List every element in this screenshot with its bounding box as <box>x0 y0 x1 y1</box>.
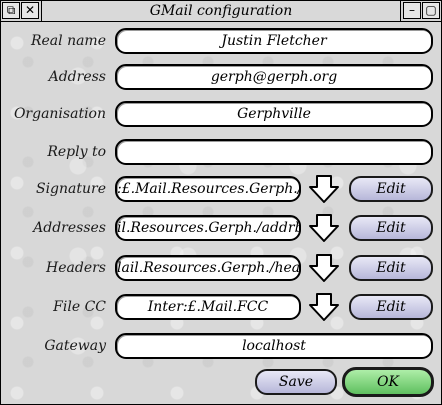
headers-edit-button[interactable]: Edit <box>349 255 433 281</box>
window-title[interactable]: GMail configuration <box>41 1 401 21</box>
addresses-label: Addresses <box>33 220 106 236</box>
address-field[interactable]: gerph@gerph.org <box>115 64 433 90</box>
reply-to-field[interactable] <box>115 139 433 165</box>
organisation-row: Organisation Gerphville <box>1 99 441 129</box>
address-label: Address <box>48 69 106 85</box>
headers-label: Headers <box>46 260 106 276</box>
toggle-size-icon[interactable]: ▢ <box>422 2 440 19</box>
organisation-field[interactable]: Gerphville <box>115 101 433 127</box>
drop-arrow-icon[interactable] <box>307 174 341 204</box>
file-cc-row: File CC Inter:£.Mail.FCC Edit <box>1 292 441 322</box>
iconise-icon[interactable]: – <box>403 2 421 19</box>
reply-to-label: Reply to <box>47 144 106 160</box>
real-name-row: Real name Justin Fletcher <box>1 26 441 56</box>
address-row: Address gerph@gerph.org <box>1 62 441 92</box>
close-icon[interactable]: ✕ <box>21 2 39 19</box>
gateway-row: Gateway localhost <box>1 331 441 361</box>
organisation-label: Organisation <box>13 106 106 122</box>
file-cc-label: File CC <box>53 299 106 315</box>
signature-edit-button[interactable]: Edit <box>349 176 433 202</box>
real-name-label: Real name <box>30 33 106 49</box>
drop-arrow-icon[interactable] <box>307 292 341 322</box>
real-name-field[interactable]: Justin Fletcher <box>115 28 433 54</box>
signature-field[interactable]: :£.Mail.Resources.Gerph./sig <box>115 176 301 202</box>
signature-row: Signature :£.Mail.Resources.Gerph./sig E… <box>1 174 441 204</box>
file-cc-field[interactable]: Inter:£.Mail.FCC <box>115 294 301 320</box>
configuration-form: Real name Justin Fletcher Address gerph@… <box>1 22 441 404</box>
headers-row: Headers lail.Resources.Gerph./headers Ed… <box>1 253 441 283</box>
addresses-field[interactable]: il.Resources.Gerph./addrbook <box>115 215 301 241</box>
file-cc-edit-button[interactable]: Edit <box>349 294 433 320</box>
title-bar[interactable]: ⧉ ✕ GMail configuration – ▢ <box>1 1 441 22</box>
reply-to-row: Reply to <box>1 137 441 167</box>
ok-button[interactable]: OK <box>342 367 434 397</box>
drop-arrow-icon[interactable] <box>307 253 341 283</box>
addresses-row: Addresses il.Resources.Gerph./addrbook E… <box>1 213 441 243</box>
signature-label: Signature <box>35 181 106 197</box>
headers-field[interactable]: lail.Resources.Gerph./headers <box>115 255 301 281</box>
drop-arrow-icon[interactable] <box>307 213 341 243</box>
addresses-edit-button[interactable]: Edit <box>349 215 433 241</box>
gateway-label: Gateway <box>44 338 106 354</box>
gmail-configuration-window: ⧉ ✕ GMail configuration – ▢ Real name Ju… <box>0 0 442 405</box>
back-icon[interactable]: ⧉ <box>2 2 20 19</box>
save-button[interactable]: Save <box>255 369 337 395</box>
gateway-field[interactable]: localhost <box>115 333 433 359</box>
